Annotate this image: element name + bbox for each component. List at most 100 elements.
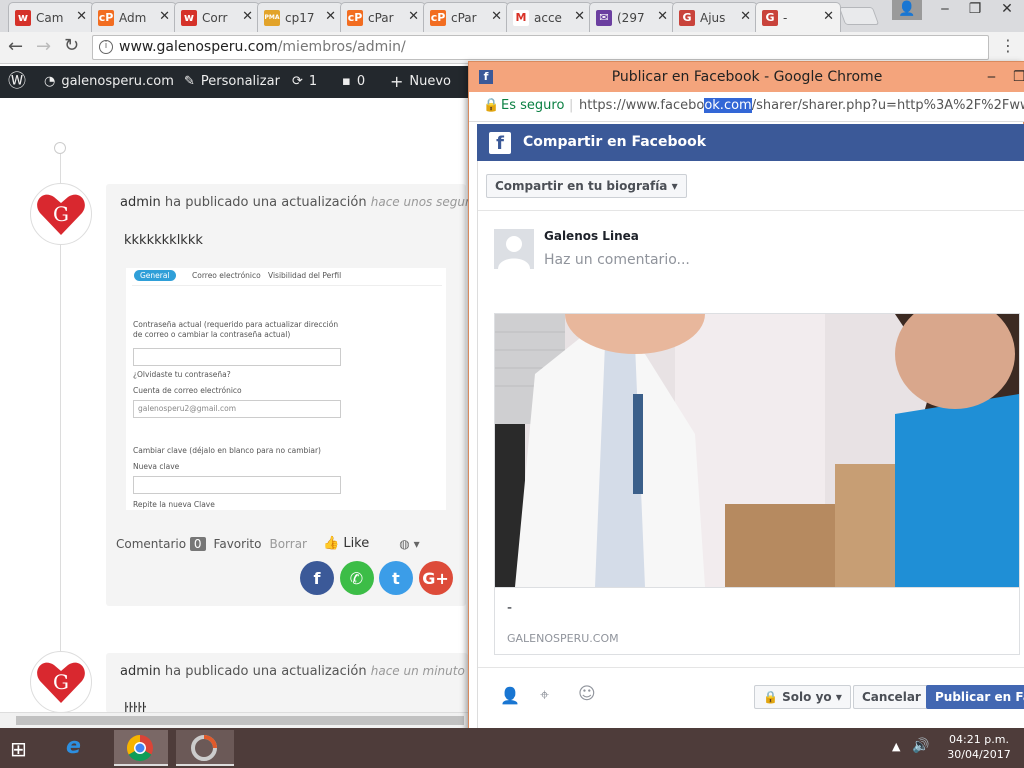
browser-tab[interactable]: G Ajus ✕ [672, 2, 758, 32]
favorite-button[interactable]: Favorito [214, 537, 262, 551]
whatsapp-share-button[interactable]: ✆ [339, 561, 374, 595]
browser-tab[interactable]: PMA cp17 ✕ [257, 2, 343, 32]
updates-count: 1 [308, 74, 318, 89]
updates-link[interactable]: ⟳ 1 [292, 66, 317, 98]
privacy-dropdown[interactable]: ◍ ▾ [399, 537, 419, 551]
forward-icon[interactable]: → [36, 36, 51, 57]
tag-friends-icon[interactable]: 👤 [500, 686, 520, 705]
updates-icon: ⟳ [292, 74, 303, 89]
facebook-share-button[interactable]: f [300, 561, 334, 595]
profile-icon[interactable]: 👤 [892, 0, 922, 20]
maximize-button[interactable]: ❐ [960, 0, 990, 20]
tab-title: (297 [617, 10, 645, 25]
reload-icon[interactable]: ↻ [64, 35, 79, 56]
horizontal-scrollbar[interactable] [0, 712, 468, 728]
cancel-button[interactable]: Cancelar [853, 685, 930, 709]
popup-minimize-button[interactable]: ‒ [987, 62, 996, 92]
facebook-share-popup: f Publicar en Facebook - Google Chrome ‒… [468, 61, 1024, 735]
wordpress-logo-icon[interactable]: Ⓦ [8, 66, 26, 98]
tab-close-icon[interactable]: ✕ [491, 9, 502, 24]
chevron-down-icon: ▾ [671, 179, 678, 193]
new-tab-button[interactable] [838, 7, 880, 25]
tab-close-icon[interactable]: ✕ [823, 9, 834, 24]
clock[interactable]: 04:21 p.m. 30/04/2017 [944, 732, 1014, 762]
location-pin-icon[interactable]: ⌖ [540, 685, 549, 705]
browser-tab[interactable]: ✉ (297 ✕ [589, 2, 675, 32]
comment-button[interactable]: Comentario 0 [116, 536, 206, 551]
browser-tab[interactable]: G - ✕ [755, 2, 841, 32]
info-icon[interactable]: i [99, 40, 113, 54]
windows-start-icon[interactable]: ⊞ [10, 737, 27, 761]
tab-favicon-icon: G [679, 9, 695, 26]
tab-close-icon[interactable]: ✕ [657, 9, 668, 24]
link-preview-card[interactable]: - GALENOSPERU.COM [494, 313, 1020, 655]
embedded-tab-visibility: Visibilidad del Perfil [268, 271, 342, 280]
clock-time: 04:21 p.m. [949, 733, 1009, 746]
browser-tab[interactable]: w Corr ✕ [174, 2, 260, 32]
embedded-current-pw-field [133, 348, 341, 366]
link-preview-image [495, 314, 1019, 587]
tab-close-icon[interactable]: ✕ [325, 9, 336, 24]
privacy-label: Solo yo [782, 690, 832, 704]
activity-user[interactable]: admin [120, 195, 161, 210]
volume-icon[interactable]: 🔊 [912, 738, 929, 754]
popup-maximize-button[interactable]: ❐ [1013, 62, 1024, 92]
tray-expand-icon[interactable]: ▲ [892, 740, 900, 753]
delete-button[interactable]: Borrar [269, 537, 307, 551]
minimize-button[interactable]: ‒ [930, 0, 960, 20]
browser-tab[interactable]: Macce ✕ [506, 2, 592, 32]
activity-user[interactable]: admin [120, 664, 161, 679]
tab-close-icon[interactable]: ✕ [76, 9, 87, 24]
avatar[interactable]: G [30, 651, 92, 713]
embedded-screenshot[interactable]: General Correo electrónico Visibilidad d… [126, 268, 446, 510]
back-icon[interactable]: ← [8, 36, 23, 57]
customize-link[interactable]: ✎ Personalizar [184, 66, 280, 98]
browser-tab[interactable]: w Cam ✕ [8, 2, 94, 32]
browser-tab[interactable]: cP cPar ✕ [423, 2, 509, 32]
svg-text:G: G [53, 670, 69, 694]
heart-avatar-icon: G [37, 662, 85, 703]
embedded-tab-email: Correo electrónico [192, 271, 261, 280]
address-bar[interactable]: i www.galenosperu.com/miembros/admin/ [92, 35, 989, 60]
tab-close-icon[interactable]: ✕ [574, 9, 585, 24]
lock-icon: 🔒 [483, 98, 500, 113]
share-target-dropdown[interactable]: Compartir en tu biografía ▾ [486, 174, 687, 198]
embedded-tabs: General Correo electrónico Visibilidad d… [132, 268, 442, 286]
dashboard-icon: ◔ [44, 74, 56, 89]
tab-close-icon[interactable]: ✕ [159, 9, 170, 24]
popup-address-bar[interactable]: 🔒 Es seguro | https://www.facebook.com/s… [469, 92, 1024, 122]
emoji-icon[interactable]: ☺ [578, 684, 596, 704]
scrollbar-thumb[interactable] [16, 716, 464, 725]
comments-link[interactable]: ▪ 0 [342, 66, 365, 98]
tab-favicon-icon: w [15, 9, 31, 26]
internet-explorer-icon[interactable]: e [66, 734, 81, 759]
publish-button[interactable]: Publicar en Face [926, 685, 1024, 709]
google-plus-share-button[interactable]: G+ [418, 561, 453, 595]
close-window-button[interactable]: ✕ [992, 0, 1022, 20]
facebook-favicon-icon: f [479, 70, 493, 84]
menu-icon[interactable]: ⋮ [1000, 36, 1016, 55]
chrome-taskbar-button[interactable] [114, 730, 168, 766]
tab-close-icon[interactable]: ✕ [740, 9, 751, 24]
twitter-share-button[interactable]: t [379, 561, 413, 595]
tab-close-icon[interactable]: ✕ [242, 9, 253, 24]
browser-tab[interactable]: cP Adm ✕ [91, 2, 177, 32]
audience-privacy-dropdown[interactable]: 🔒 Solo yo ▾ [754, 685, 851, 709]
browser-tab[interactable]: cP cPar ✕ [340, 2, 426, 32]
new-content-link[interactable]: + Nuevo [390, 66, 451, 98]
fb-share-header: f Compartir en Facebook [477, 124, 1024, 161]
avatar[interactable]: G [30, 183, 92, 245]
tab-favicon-icon: cP [347, 9, 363, 26]
clock-date: 30/04/2017 [947, 748, 1011, 761]
app-taskbar-button[interactable] [176, 730, 234, 766]
like-button[interactable]: 👍 Like [323, 536, 369, 551]
popup-url-pre: https://www.facebo [579, 98, 705, 113]
site-name-link[interactable]: ◔ galenosperu.com [44, 66, 174, 98]
activity-card: admin ha publicado una actualización hac… [106, 653, 468, 713]
tab-close-icon[interactable]: ✕ [408, 9, 419, 24]
user-avatar [494, 229, 534, 269]
like-label: Like [343, 536, 370, 551]
comment-input[interactable]: Haz un comentario... [544, 252, 1014, 268]
brush-icon: ✎ [184, 74, 195, 89]
activity-time[interactable]: hace un minuto [371, 664, 465, 678]
